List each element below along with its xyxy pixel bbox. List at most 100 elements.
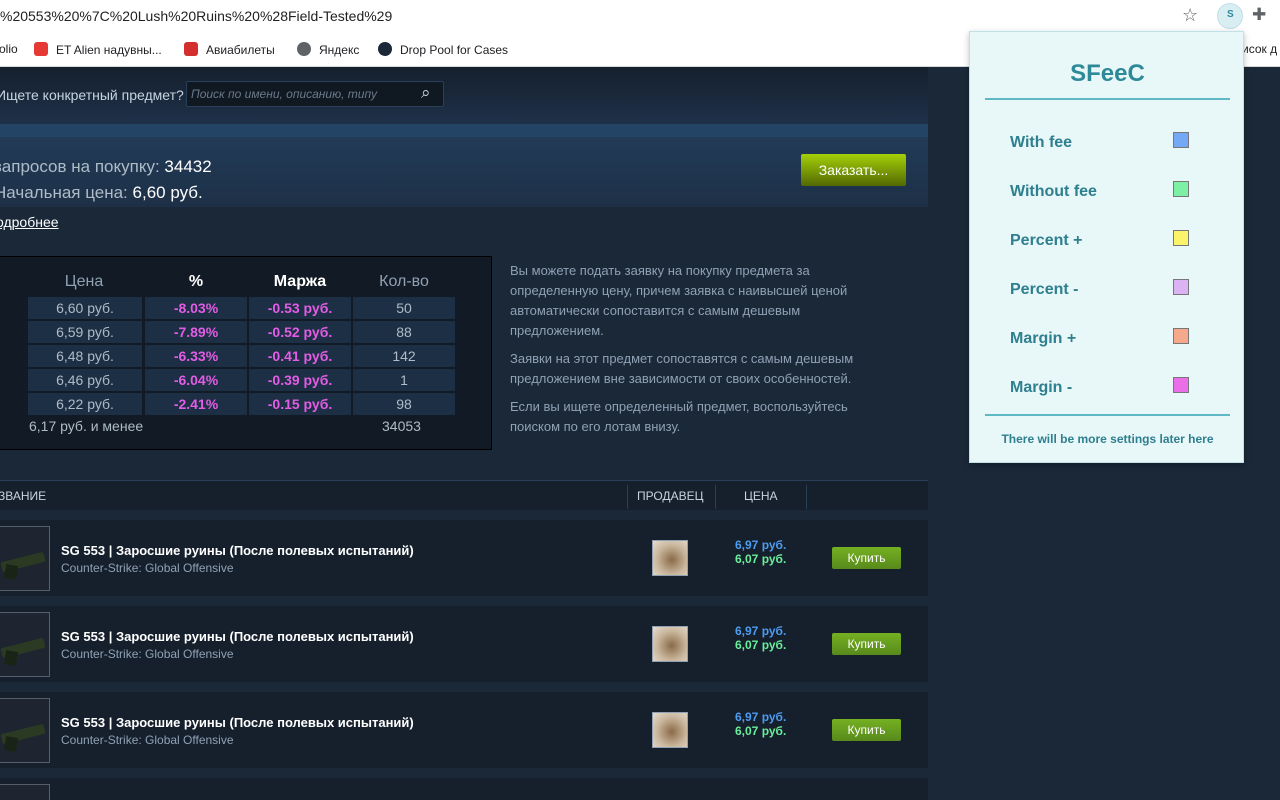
buy-button[interactable]: Купить [832,719,901,741]
percent-cell: -7.89% [145,321,247,343]
price-with-fee: 6,97 руб. [735,624,787,638]
more-details-link[interactable]: одробнее [0,214,59,230]
option-percent-plus-label: Percent + [1010,232,1083,249]
search-label: Ищете конкретный предмет? [0,87,184,103]
option-without-fee-label: Without fee [1010,183,1097,200]
bookmark-item[interactable]: Авиабилеты [184,42,275,57]
url-text[interactable]: %20553%20%7C%20Lush%20Ruins%20%28Field-T… [0,8,392,24]
globe-icon [297,42,311,56]
column-divider [627,485,628,509]
popup-title: SFeeC [1070,60,1145,87]
divider [985,98,1230,100]
start-price: 6,60 руб. [132,183,203,202]
margin-cell: -0.52 руб. [249,321,351,343]
requests-count: 34432 [164,157,212,176]
option-margin-plus-label: Margin + [1010,330,1077,347]
extension-letter: S [1227,9,1234,20]
buy-button[interactable]: Купить [832,547,901,569]
option-margin-plus-swatch[interactable] [1173,328,1189,344]
percent-cell: -6.04% [145,369,247,391]
option-margin-minus-label: Margin - [1010,379,1073,396]
item-name[interactable]: SG 553 | Заросшие руины (После полевых и… [61,629,414,644]
listing-row [0,778,928,800]
description-paragraph: Заявки на этот предмет сопоставятся с са… [510,351,854,386]
sfeec-extension-icon[interactable]: S [1217,3,1243,29]
item-thumbnail[interactable] [0,612,50,677]
col-header-price: Цена [64,273,104,290]
search-box: ⌕ [186,81,444,107]
option-without-fee-swatch[interactable] [1173,181,1189,197]
search-icon[interactable]: ⌕ [421,83,431,103]
bookmark-star-icon[interactable]: ☆ [1182,5,1198,26]
rifle-grip [3,650,19,666]
option-margin-minus-swatch[interactable] [1173,377,1189,393]
item-game: Counter-Strike: Global Offensive [61,561,234,575]
bookmark-item[interactable]: Drop Pool for Cases [378,42,508,57]
footer-price: 6,17 руб. и менее [29,418,144,434]
option-percent-plus-swatch[interactable] [1173,230,1189,246]
column-divider [806,485,807,509]
bookmark-overflow-text: исок д [1242,42,1278,56]
search-strip: Ищете конкретный предмет? ⌕ [0,67,928,124]
requests-line: запросов на покупку: 34432 [0,157,212,176]
footer-qty: 34053 [382,418,421,434]
percent-cell: -6.33% [145,345,247,367]
qty-cell: 142 [353,345,455,367]
col-header-percent: % [188,273,204,290]
seller-avatar[interactable] [652,712,688,748]
sfeec-popup: SFeeC With fee Without fee Percent + Per… [969,31,1244,463]
qty-cell: 1 [353,369,455,391]
price-with-fee: 6,97 руб. [735,710,787,724]
seller-avatar[interactable] [652,540,688,576]
aliexpress-icon [34,42,48,56]
qty-cell: 88 [353,321,455,343]
price-cell: 6,48 руб. [28,345,142,367]
price-cell: 6,60 руб. [28,297,142,319]
order-description: Вы можете подать заявку на покупку предм… [510,261,890,445]
address-bar[interactable]: %20553%20%7C%20Lush%20Ruins%20%28Field-T… [0,0,1280,32]
option-percent-minus-swatch[interactable] [1173,279,1189,295]
start-price-line: Начальная цена: 6,60 руб. [0,183,203,202]
item-game: Counter-Strike: Global Offensive [61,733,234,747]
col-header-name: ЗВАНИЕ [0,489,47,503]
buy-button[interactable]: Купить [832,633,901,655]
buy-orders-table: Цена % Маржа Кол-во 6,60 руб. -8.03% -0.… [0,256,492,450]
column-divider [715,485,716,509]
bookmark-item[interactable]: ET Alien надувны... [34,42,162,57]
item-name[interactable]: SG 553 | Заросшие руины (После полевых и… [61,715,414,730]
item-thumbnail[interactable] [0,698,50,763]
margin-cell: -0.39 руб. [249,369,351,391]
price-without-fee: 6,07 руб. [735,552,787,566]
percent-cell: -8.03% [145,297,247,319]
item-game: Counter-Strike: Global Offensive [61,647,234,661]
bookmark-item[interactable]: Яндекс [297,42,359,57]
seller-avatar[interactable] [652,626,688,662]
place-order-button[interactable]: Заказать... [801,154,906,186]
option-with-fee-swatch[interactable] [1173,132,1189,148]
option-with-fee-label: With fee [1010,134,1073,151]
rifle-grip [3,564,19,580]
popup-footer-note: There will be more settings later here [1001,432,1214,446]
extensions-puzzle-icon[interactable]: ✚ [1252,5,1266,25]
description-paragraph: Вы можете подать заявку на покупку предм… [510,263,848,338]
price-cell: 6,46 руб. [28,369,142,391]
table-row: 6,60 руб. -8.03% -0.53 руб. 50 [28,297,455,319]
item-thumbnail[interactable] [0,526,50,591]
item-name[interactable]: SG 553 | Заросшие руины (После полевых и… [61,543,414,558]
margin-cell: -0.53 руб. [249,297,351,319]
item-thumbnail[interactable] [0,784,50,800]
listings-header: ЗВАНИЕ ПРОДАВЕЦ ЦЕНА [0,480,928,510]
margin-cell: -0.15 руб. [249,393,351,415]
listing-row: SG 553 | Заросшие руины (После полевых и… [0,606,928,682]
market-content: Ищете конкретный предмет? ⌕ запросов на … [0,67,928,800]
option-percent-minus-label: Percent - [1010,281,1079,298]
bookmark-item[interactable]: olio [0,42,18,56]
price-with-fee: 6,97 руб. [735,538,787,552]
price-without-fee: 6,07 руб. [735,724,787,738]
steam-icon [378,42,392,56]
price-without-fee: 6,07 руб. [735,638,787,652]
divider [985,414,1230,416]
search-input[interactable] [191,85,413,103]
table-row: 6,22 руб. -2.41% -0.15 руб. 98 [28,393,455,415]
price-cell: 6,59 руб. [28,321,142,343]
